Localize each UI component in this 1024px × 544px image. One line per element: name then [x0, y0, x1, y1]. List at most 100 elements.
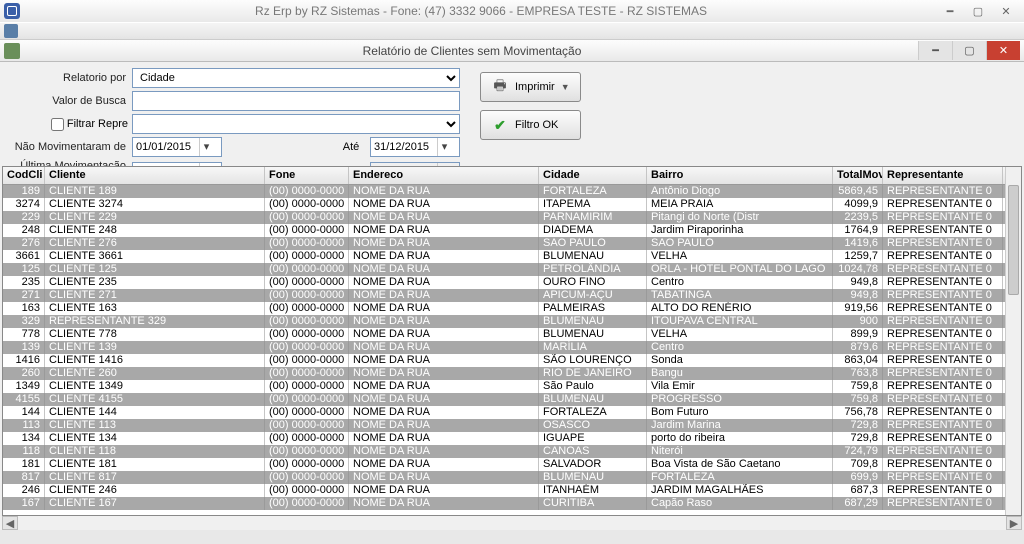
cell-cod: 778 — [3, 328, 45, 341]
table-row[interactable]: 1416CLIENTE 1416(00) 0000-0000NOME DA RU… — [3, 354, 1021, 367]
sub-close-button[interactable]: ✕ — [986, 41, 1020, 60]
main-minimize-button[interactable]: ━ — [936, 2, 964, 20]
hscroll-track[interactable] — [18, 516, 1006, 530]
data-grid[interactable]: CodCli Cliente Fone Endereco Cidade Bair… — [2, 166, 1022, 516]
cell-rep: REPRESENTANTE 0 — [883, 276, 1003, 289]
table-row[interactable]: 229CLIENTE 229(00) 0000-0000NOME DA RUAP… — [3, 211, 1021, 224]
sub-title: Relatório de Clientes sem Movimentação — [26, 44, 918, 58]
imprimir-button[interactable]: 🖶 Imprimir ▼ — [480, 72, 581, 102]
table-row[interactable]: 3661CLIENTE 3661(00) 0000-0000NOME DA RU… — [3, 250, 1021, 263]
table-row[interactable]: 235CLIENTE 235(00) 0000-0000NOME DA RUAO… — [3, 276, 1021, 289]
col-totalmov[interactable]: TotalMov — [833, 167, 883, 184]
cell-cod: 125 — [3, 263, 45, 276]
cell-cid: ITAPEMA — [539, 198, 647, 211]
table-row[interactable]: 144CLIENTE 144(00) 0000-0000NOME DA RUAF… — [3, 406, 1021, 419]
col-endereco[interactable]: Endereco — [349, 167, 539, 184]
table-row[interactable]: 817CLIENTE 817(00) 0000-0000NOME DA RUAB… — [3, 471, 1021, 484]
cell-fone: (00) 0000-0000 — [265, 328, 349, 341]
cell-end: NOME DA RUA — [349, 432, 539, 445]
cell-tot: 699,9 — [833, 471, 883, 484]
cell-bai: Niterói — [647, 445, 833, 458]
main-close-button[interactable]: ✕ — [992, 2, 1020, 20]
cell-cod: 246 — [3, 484, 45, 497]
label-nao-mov: Não Movimentaram de — [8, 141, 128, 153]
cell-cid: SÃO LOURENÇO — [539, 354, 647, 367]
cell-tot: 919,56 — [833, 302, 883, 315]
col-representante[interactable]: Representante — [883, 167, 1003, 184]
imprimir-label: Imprimir — [515, 81, 555, 93]
vertical-scrollbar[interactable] — [1005, 167, 1021, 515]
table-row[interactable]: 125CLIENTE 125(00) 0000-0000NOME DA RUAP… — [3, 263, 1021, 276]
table-row[interactable]: 189CLIENTE 189(00) 0000-0000NOME DA RUAF… — [3, 185, 1021, 198]
cell-fone: (00) 0000-0000 — [265, 211, 349, 224]
check-icon: ✔ — [491, 116, 509, 134]
cell-bai: ITOUPAVA CENTRAL — [647, 315, 833, 328]
chevron-down-icon[interactable]: ▾ — [437, 138, 451, 156]
valor-busca-input[interactable] — [132, 91, 460, 111]
cell-fone: (00) 0000-0000 — [265, 497, 349, 510]
label-relatorio-por: Relatorio por — [8, 72, 128, 84]
col-fone[interactable]: Fone — [265, 167, 349, 184]
table-row[interactable]: 181CLIENTE 181(00) 0000-0000NOME DA RUAS… — [3, 458, 1021, 471]
sub-maximize-button[interactable]: ▢ — [952, 41, 986, 60]
cell-tot: 1764,9 — [833, 224, 883, 237]
cell-rep: REPRESENTANTE 0 — [883, 393, 1003, 406]
main-maximize-button[interactable]: ▢ — [964, 2, 992, 20]
filtrar-repre-checkbox[interactable] — [51, 118, 64, 131]
table-row[interactable]: 246CLIENTE 246(00) 0000-0000NOME DA RUAI… — [3, 484, 1021, 497]
cell-tot: 709,8 — [833, 458, 883, 471]
col-cliente[interactable]: Cliente — [45, 167, 265, 184]
cell-tot: 763,8 — [833, 367, 883, 380]
table-row[interactable]: 329REPRESENTANTE 329(00) 0000-0000NOME D… — [3, 315, 1021, 328]
cell-cod: 229 — [3, 211, 45, 224]
cell-bai: ORLA - HOTEL PONTAL DO LAGO — [647, 263, 833, 276]
sub-titlebar: Relatório de Clientes sem Movimentação ━… — [0, 40, 1024, 62]
cell-end: NOME DA RUA — [349, 445, 539, 458]
table-row[interactable]: 276CLIENTE 276(00) 0000-0000NOME DA RUAS… — [3, 237, 1021, 250]
horizontal-scrollbar[interactable]: ◀ ▶ — [2, 516, 1022, 530]
col-bairro[interactable]: Bairro — [647, 167, 833, 184]
filtro-ok-button[interactable]: ✔ Filtro OK — [480, 110, 581, 140]
cell-bai: MEIA PRAIA — [647, 198, 833, 211]
toolbar-icon[interactable] — [4, 24, 18, 38]
scroll-right-button[interactable]: ▶ — [1006, 516, 1022, 530]
sub-minimize-button[interactable]: ━ — [918, 41, 952, 60]
table-row[interactable]: 271CLIENTE 271(00) 0000-0000NOME DA RUAA… — [3, 289, 1021, 302]
cell-end: NOME DA RUA — [349, 458, 539, 471]
chevron-down-icon[interactable]: ▾ — [199, 138, 213, 156]
col-cidade[interactable]: Cidade — [539, 167, 647, 184]
table-row[interactable]: 4155CLIENTE 4155(00) 0000-0000NOME DA RU… — [3, 393, 1021, 406]
cell-tot: 879,6 — [833, 341, 883, 354]
cell-tot: 759,8 — [833, 393, 883, 406]
scrollbar-thumb[interactable] — [1008, 185, 1019, 295]
col-codcli[interactable]: CodCli — [3, 167, 45, 184]
nao-mov-from-date[interactable]: ▾ — [132, 137, 222, 157]
scroll-left-button[interactable]: ◀ — [2, 516, 18, 530]
table-row[interactable]: 778CLIENTE 778(00) 0000-0000NOME DA RUAB… — [3, 328, 1021, 341]
table-row[interactable]: 134CLIENTE 134(00) 0000-0000NOME DA RUAI… — [3, 432, 1021, 445]
table-row[interactable]: 167CLIENTE 167(00) 0000-0000NOME DA RUAC… — [3, 497, 1021, 510]
cell-cli: CLIENTE 113 — [45, 419, 265, 432]
cell-end: NOME DA RUA — [349, 185, 539, 198]
table-row[interactable]: 163CLIENTE 163(00) 0000-0000NOME DA RUAP… — [3, 302, 1021, 315]
cell-end: NOME DA RUA — [349, 471, 539, 484]
table-row[interactable]: 113CLIENTE 113(00) 0000-0000NOME DA RUAO… — [3, 419, 1021, 432]
table-row[interactable]: 260CLIENTE 260(00) 0000-0000NOME DA RUAR… — [3, 367, 1021, 380]
nao-mov-to-date[interactable]: ▾ — [370, 137, 460, 157]
cell-rep: REPRESENTANTE 0 — [883, 237, 1003, 250]
cell-end: NOME DA RUA — [349, 354, 539, 367]
table-row[interactable]: 1349CLIENTE 1349(00) 0000-0000NOME DA RU… — [3, 380, 1021, 393]
cell-bai: ALTO DO RENÉRIO — [647, 302, 833, 315]
label-ate-1: Até — [336, 141, 366, 153]
cell-tot: 863,04 — [833, 354, 883, 367]
table-row[interactable]: 118CLIENTE 118(00) 0000-0000NOME DA RUAC… — [3, 445, 1021, 458]
table-row[interactable]: 248CLIENTE 248(00) 0000-0000NOME DA RUAD… — [3, 224, 1021, 237]
filtrar-repre-select[interactable] — [132, 114, 460, 134]
cell-cod: 3661 — [3, 250, 45, 263]
table-row[interactable]: 3274CLIENTE 3274(00) 0000-0000NOME DA RU… — [3, 198, 1021, 211]
table-row[interactable]: 139CLIENTE 139(00) 0000-0000NOME DA RUAM… — [3, 341, 1021, 354]
cell-cid: BLUMENAU — [539, 328, 647, 341]
grid-body[interactable]: 189CLIENTE 189(00) 0000-0000NOME DA RUAF… — [3, 185, 1021, 515]
cell-bai: Jardim Marina — [647, 419, 833, 432]
relatorio-por-select[interactable]: Cidade — [132, 68, 460, 88]
